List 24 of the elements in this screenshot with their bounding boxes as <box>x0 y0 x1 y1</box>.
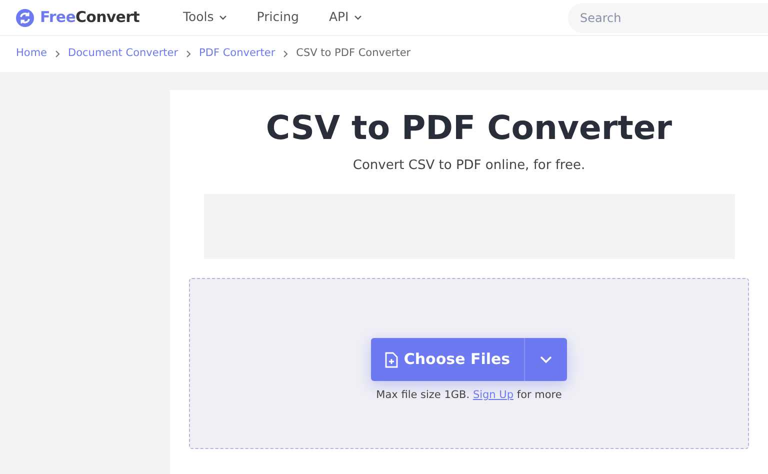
breadcrumb-link[interactable]: PDF Converter <box>199 46 276 62</box>
sign-up-link[interactable]: Sign Up <box>472 389 514 402</box>
choose-files-button[interactable]: Choose Files <box>370 338 524 382</box>
nav-link[interactable]: API <box>328 8 362 27</box>
dropdown-button[interactable] <box>524 338 568 382</box>
nav-link[interactable]: Pricing <box>256 8 299 27</box>
chevron-right-icon <box>55 50 60 58</box>
nav-link[interactable]: Tools <box>183 8 227 27</box>
chevron-right-icon <box>186 50 192 58</box>
logo-icon <box>16 8 34 26</box>
current-page-crumb[interactable]: CSV to PDF Converter <box>296 46 411 62</box>
brand-logo[interactable]: FreeConvert <box>40 6 140 29</box>
breadcrumb-link[interactable]: Document Converter <box>68 46 178 62</box>
file-plus-icon <box>384 352 398 368</box>
chevron-down-icon <box>540 356 552 364</box>
page-title: CSV to PDF Converter <box>266 108 672 148</box>
drop-zone[interactable]: Choose Files Max file size 1GB. Sign Up for more <box>189 278 749 448</box>
breadcrumb-link[interactable]: Home <box>16 46 48 62</box>
file-size-note: Max file size 1GB. Sign Up for more <box>376 388 562 404</box>
chevron-right-icon <box>283 50 288 58</box>
page-subtitle: Convert CSV to PDF online, for free. <box>352 157 586 175</box>
chevron-down-icon <box>218 15 227 20</box>
search-field[interactable]: Search <box>568 2 768 32</box>
chevron-down-icon <box>354 15 362 20</box>
